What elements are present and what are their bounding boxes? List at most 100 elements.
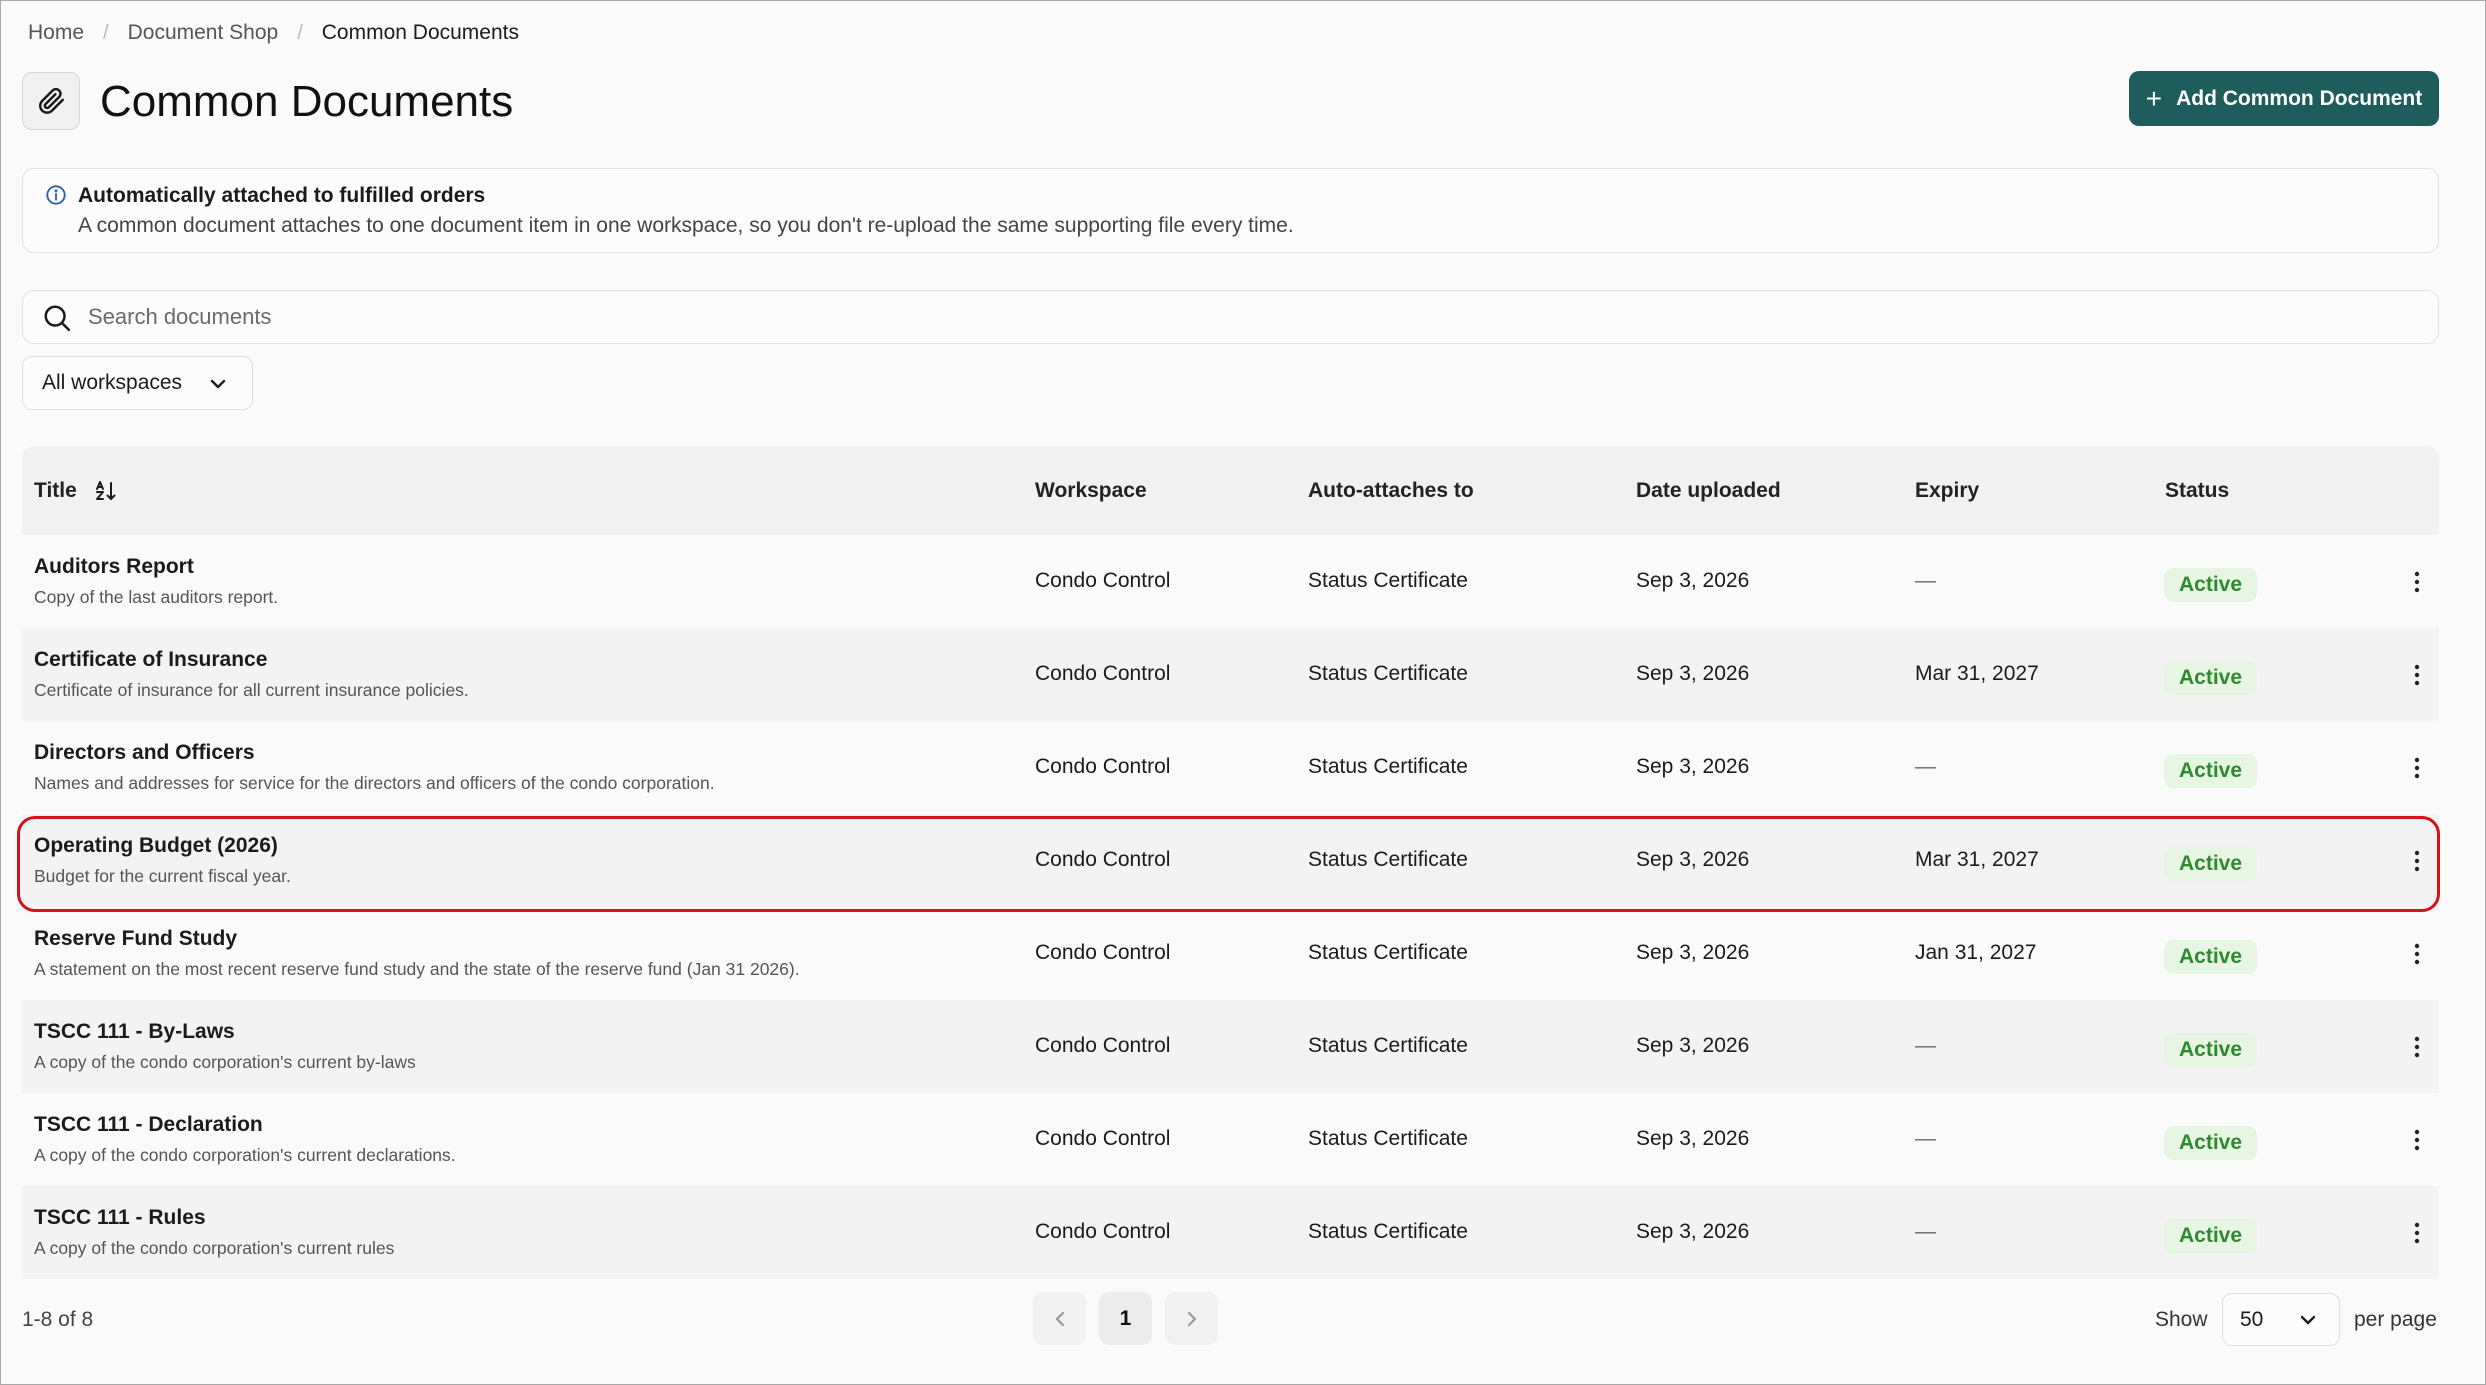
breadcrumb-separator: / bbox=[297, 21, 303, 44]
cell-auto-attaches: Status Certificate bbox=[1308, 941, 1468, 964]
row-actions-button[interactable] bbox=[2402, 1218, 2432, 1248]
breadcrumb-separator: / bbox=[103, 21, 109, 44]
cell-auto-attaches: Status Certificate bbox=[1308, 569, 1468, 592]
cell-expiry: Mar 31, 2027 bbox=[1915, 848, 2039, 871]
cell-auto-attaches: Status Certificate bbox=[1308, 1127, 1468, 1150]
cell-workspace: Condo Control bbox=[1035, 569, 1171, 592]
info-icon bbox=[46, 185, 66, 205]
chevron-down-icon bbox=[2300, 1315, 2316, 1325]
per-page-select[interactable]: 50 bbox=[2222, 1293, 2340, 1346]
row-actions-button[interactable] bbox=[2402, 939, 2432, 969]
next-page-button[interactable] bbox=[1165, 1292, 1218, 1345]
table-row[interactable]: Reserve Fund Study A statement on the mo… bbox=[22, 907, 2439, 1000]
column-header-status: Status bbox=[2165, 478, 2230, 502]
cell-expiry: — bbox=[1915, 1034, 1936, 1057]
row-actions-button[interactable] bbox=[2402, 1125, 2432, 1155]
document-title[interactable]: TSCC 111 - Rules bbox=[34, 1206, 206, 1230]
cell-date-uploaded: Sep 3, 2026 bbox=[1636, 941, 1750, 964]
table-row[interactable]: Auditors Report Copy of the last auditor… bbox=[22, 535, 2439, 628]
cell-expiry: Mar 31, 2027 bbox=[1915, 662, 2039, 685]
row-actions-button[interactable] bbox=[2402, 846, 2432, 876]
row-actions-button[interactable] bbox=[2402, 753, 2432, 783]
breadcrumb-current: Common Documents bbox=[321, 21, 519, 44]
show-label: Show bbox=[2155, 1308, 2208, 1331]
cell-workspace: Condo Control bbox=[1035, 1127, 1171, 1150]
cell-expiry: — bbox=[1915, 1220, 1936, 1243]
cell-auto-attaches: Status Certificate bbox=[1308, 755, 1468, 778]
table-row[interactable]: Certificate of Insurance Certificate of … bbox=[22, 628, 2439, 721]
more-vertical-icon bbox=[2414, 850, 2420, 872]
cell-date-uploaded: Sep 3, 2026 bbox=[1636, 1034, 1750, 1057]
column-header-title[interactable]: Title bbox=[34, 446, 117, 535]
table-row[interactable]: Directors and Officers Names and address… bbox=[22, 721, 2439, 814]
page-title: Common Documents bbox=[100, 77, 514, 126]
document-title[interactable]: Auditors Report bbox=[34, 555, 194, 579]
cell-workspace: Condo Control bbox=[1035, 1034, 1171, 1057]
row-actions-button[interactable] bbox=[2402, 660, 2432, 690]
add-button-label: Add Common Document bbox=[2176, 86, 2423, 110]
table-row[interactable]: TSCC 111 - Declaration A copy of the con… bbox=[22, 1093, 2439, 1186]
workspace-filter-select[interactable]: All workspaces bbox=[22, 356, 253, 410]
cell-workspace: Condo Control bbox=[1035, 662, 1171, 685]
column-header-expiry: Expiry bbox=[1915, 478, 1980, 502]
status-badge: Active bbox=[2164, 661, 2258, 695]
document-title[interactable]: TSCC 111 - By-Laws bbox=[34, 1020, 235, 1044]
plus-icon: + bbox=[2145, 82, 2163, 114]
page-button-current[interactable]: 1 bbox=[1099, 1292, 1152, 1345]
per-page-label: per page bbox=[2354, 1308, 2437, 1331]
cell-workspace: Condo Control bbox=[1035, 1220, 1171, 1243]
workspace-filter-value: All workspaces bbox=[42, 371, 183, 394]
breadcrumb-home[interactable]: Home bbox=[28, 21, 84, 45]
search-box bbox=[22, 290, 2439, 344]
document-description: Names and addresses for service for the … bbox=[34, 773, 715, 793]
paperclip-icon bbox=[22, 72, 80, 130]
cell-expiry: — bbox=[1915, 1127, 1936, 1150]
cell-workspace: Condo Control bbox=[1035, 941, 1171, 964]
column-header-auto-attaches: Auto-attaches to bbox=[1308, 478, 1474, 502]
column-header-date-uploaded: Date uploaded bbox=[1636, 478, 1781, 502]
document-title[interactable]: Reserve Fund Study bbox=[34, 927, 237, 951]
status-badge: Active bbox=[2164, 1219, 2258, 1253]
add-common-document-button[interactable]: + Add Common Document bbox=[2129, 71, 2439, 126]
table-row[interactable]: Operating Budget (2026) Budget for the c… bbox=[22, 814, 2439, 907]
cell-expiry: — bbox=[1915, 755, 1936, 778]
breadcrumb-document-shop[interactable]: Document Shop bbox=[128, 21, 279, 45]
status-badge: Active bbox=[2164, 1126, 2258, 1160]
cell-date-uploaded: Sep 3, 2026 bbox=[1636, 1220, 1750, 1243]
cell-auto-attaches: Status Certificate bbox=[1308, 1034, 1468, 1057]
document-title[interactable]: Directors and Officers bbox=[34, 741, 255, 765]
document-title[interactable]: Certificate of Insurance bbox=[34, 648, 267, 672]
notice-text: A common document attaches to one docume… bbox=[78, 214, 1294, 237]
table-row[interactable]: TSCC 111 - By-Laws A copy of the condo c… bbox=[22, 1000, 2439, 1093]
document-description: A copy of the condo corporation's curren… bbox=[34, 1145, 456, 1165]
pagination-range: 1-8 of 8 bbox=[22, 1308, 94, 1331]
more-vertical-icon bbox=[2414, 1222, 2420, 1244]
cell-auto-attaches: Status Certificate bbox=[1308, 662, 1468, 685]
row-actions-button[interactable] bbox=[2402, 1032, 2432, 1062]
cell-date-uploaded: Sep 3, 2026 bbox=[1636, 662, 1750, 685]
cell-expiry: Jan 31, 2027 bbox=[1915, 941, 2037, 964]
previous-page-button[interactable] bbox=[1033, 1292, 1086, 1345]
table-header: Title Workspace Auto-attaches to Date up… bbox=[22, 446, 2439, 535]
more-vertical-icon bbox=[2414, 571, 2420, 593]
table-row[interactable]: TSCC 111 - Rules A copy of the condo cor… bbox=[22, 1186, 2439, 1279]
row-actions-button[interactable] bbox=[2402, 567, 2432, 597]
cell-workspace: Condo Control bbox=[1035, 755, 1171, 778]
document-title[interactable]: TSCC 111 - Declaration bbox=[34, 1113, 263, 1137]
sort-icon[interactable] bbox=[95, 480, 117, 502]
document-description: A statement on the most recent reserve f… bbox=[34, 959, 800, 979]
notice-title: Automatically attached to fulfilled orde… bbox=[78, 184, 486, 207]
document-description: Copy of the last auditors report. bbox=[34, 587, 279, 607]
column-header-workspace: Workspace bbox=[1035, 478, 1147, 502]
column-title-label: Title bbox=[34, 478, 77, 502]
document-title[interactable]: Operating Budget (2026) bbox=[34, 834, 278, 858]
document-description: A copy of the condo corporation's curren… bbox=[34, 1052, 416, 1072]
status-badge: Active bbox=[2164, 1033, 2258, 1067]
document-description: Certificate of insurance for all current… bbox=[34, 680, 469, 700]
status-badge: Active bbox=[2164, 754, 2258, 788]
search-input[interactable] bbox=[88, 299, 2388, 335]
more-vertical-icon bbox=[2414, 664, 2420, 686]
documents-table: Title Workspace Auto-attaches to Date up… bbox=[22, 446, 2439, 1279]
cell-date-uploaded: Sep 3, 2026 bbox=[1636, 569, 1750, 592]
breadcrumb: Home / Document Shop / Common Documents bbox=[28, 20, 519, 46]
